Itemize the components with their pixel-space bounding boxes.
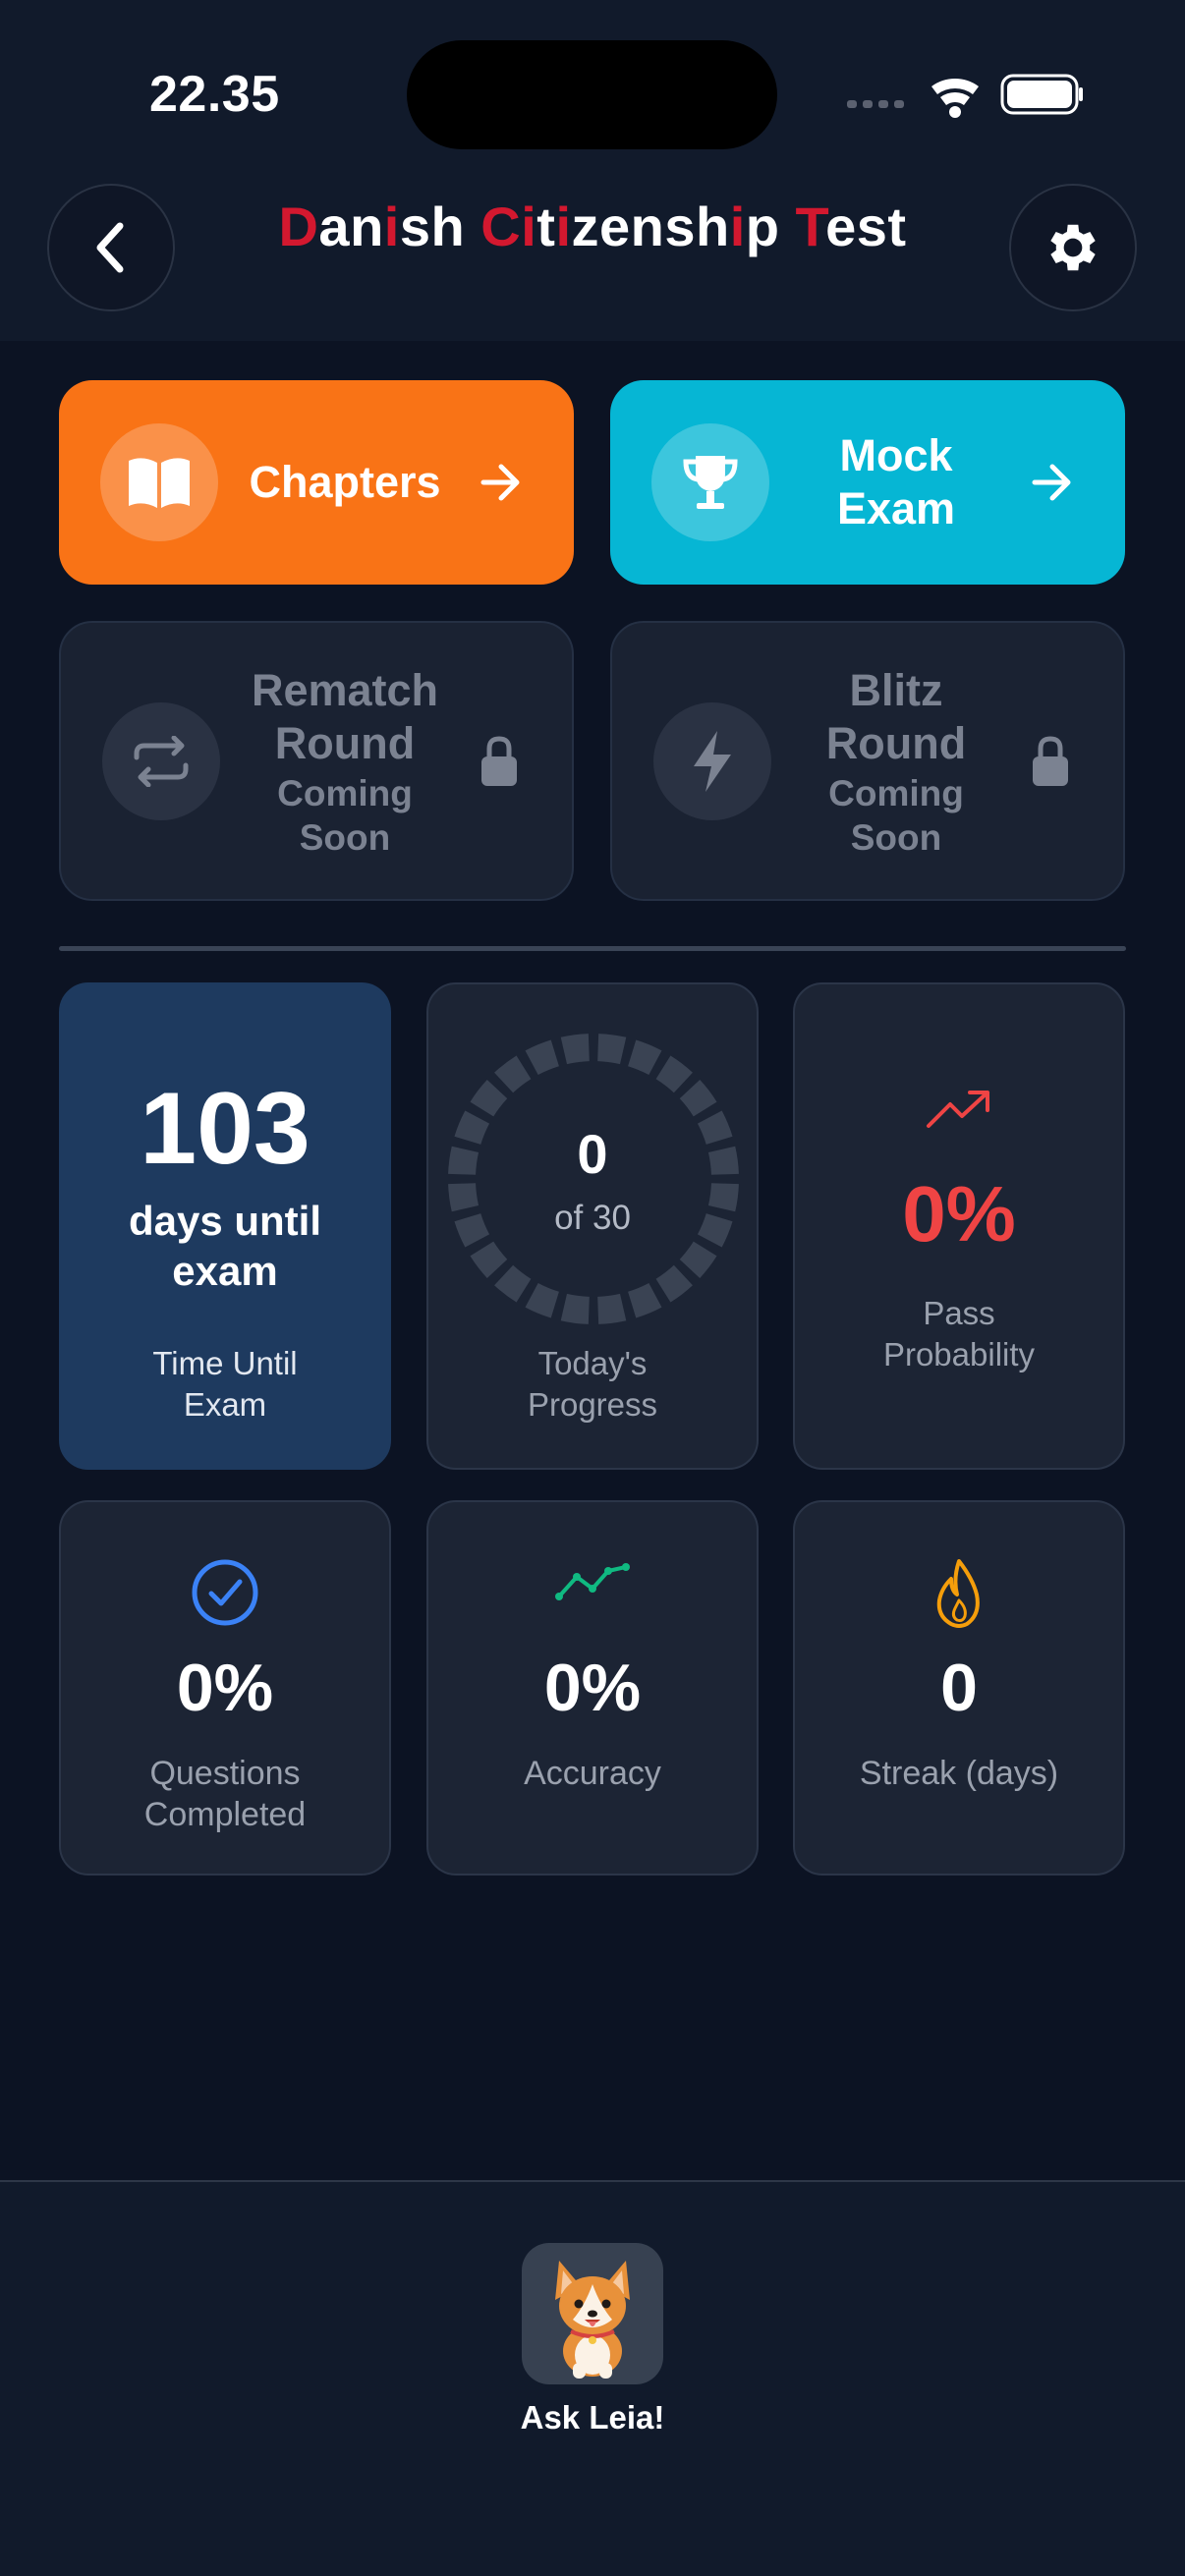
back-button[interactable] [47, 184, 175, 311]
title-segment: i [383, 196, 400, 257]
book-icon-circle [100, 423, 218, 541]
battery-icon [1000, 74, 1083, 115]
trophy-icon-circle [651, 423, 769, 541]
lock-icon [1033, 735, 1068, 786]
progress-segment [596, 1293, 627, 1324]
accuracy-caption: Accuracy [524, 1755, 661, 1792]
section-divider [59, 946, 1126, 951]
progress-segment [525, 1282, 560, 1318]
pass-probability-caption-line1: Pass [923, 1295, 995, 1331]
streak-value: 0 [940, 1651, 978, 1725]
lock-icon [481, 735, 517, 786]
streak-card: 0 Streak (days) [793, 1500, 1125, 1876]
blitz-round-button[interactable]: Blitz Round Coming Soon [610, 621, 1125, 901]
chapters-label: Chapters [249, 457, 441, 507]
status-time: 22.35 [149, 66, 280, 123]
streak-caption: Streak (days) [859, 1755, 1059, 1792]
repeat-icon [134, 735, 189, 787]
days-until-sub-line1: days until [128, 1198, 322, 1244]
progress-caption-line2: Progress [527, 1386, 658, 1423]
lightning-icon [694, 730, 731, 792]
gear-icon [1050, 224, 1096, 271]
rematch-status-line2: Soon [299, 816, 391, 858]
progress-segment [679, 1080, 717, 1117]
progress-segment [470, 1080, 508, 1117]
app-title: Danish Citizenship Test [177, 195, 1008, 258]
progress-segment [525, 1039, 560, 1076]
rematch-status-line1: Coming [277, 772, 413, 813]
accuracy-card: 0% Accuracy [426, 1500, 759, 1876]
progress-segment [679, 1241, 717, 1278]
arrow-right-icon [480, 464, 520, 501]
days-until-exam-card: 103 days until exam Time Until Exam [59, 982, 391, 1470]
settings-button[interactable] [1009, 184, 1137, 311]
title-segment: i [555, 196, 572, 257]
pass-probability-caption-line2: Probability [882, 1336, 1036, 1372]
questions-completed-card: 0% Questions Completed [59, 1500, 391, 1876]
book-icon [129, 458, 190, 508]
progress-segment [470, 1241, 508, 1278]
title-segment: i [729, 196, 746, 257]
title-segment: t [536, 196, 556, 257]
questions-completed-caption-line2: Completed [143, 1796, 307, 1833]
progress-segment [627, 1039, 662, 1076]
blitz-title-line1: Blitz [849, 664, 943, 715]
rematch-round-button[interactable]: Rematch Round Coming Soon [59, 621, 574, 901]
progress-segment [655, 1264, 693, 1303]
trending-up-icon [927, 1091, 989, 1128]
flame-icon [936, 1559, 980, 1628]
rematch-title-line2: Round [274, 717, 416, 768]
mock-exam-label-line2: Exam [836, 483, 956, 533]
progress-segment [560, 1293, 591, 1324]
progress-segment [596, 1034, 627, 1065]
mock-exam-label-line1: Mock [839, 430, 953, 480]
ask-leia-label: Ask Leia! [520, 2399, 665, 2436]
dynamic-island [407, 40, 777, 149]
days-until-value: 103 [140, 1072, 310, 1186]
wifi-icon [931, 79, 979, 118]
title-segment: zensh [571, 196, 730, 257]
ask-leia-button[interactable] [522, 2243, 663, 2384]
signal-icon [847, 100, 904, 108]
rematch-title-line1: Rematch [251, 664, 439, 715]
accuracy-value: 0% [543, 1651, 642, 1725]
days-until-sub-line2: exam [172, 1248, 278, 1294]
trophy-icon [683, 456, 738, 509]
blitz-status-line1: Coming [828, 772, 964, 813]
check-circle-icon [192, 1559, 258, 1626]
title-segment: sh [399, 196, 481, 257]
mock-exam-button[interactable]: Mock Exam [610, 380, 1125, 585]
title-segment: T [795, 196, 826, 257]
title-segment: p [745, 196, 796, 257]
title-segment: i [521, 196, 537, 257]
arrow-right-icon [1032, 464, 1071, 501]
progress-segment [655, 1055, 693, 1093]
progress-segment [494, 1264, 532, 1303]
title-segment: D [278, 196, 319, 257]
days-until-caption-line1: Time Until [152, 1345, 298, 1381]
activity-chart-icon [555, 1563, 630, 1600]
progress-goal: of 30 [554, 1199, 631, 1237]
corgi-mascot-icon [555, 2261, 630, 2379]
pass-probability-value: 0% [902, 1170, 1016, 1258]
progress-segment [627, 1282, 662, 1318]
title-segment: est [825, 196, 907, 257]
title-segment: C [480, 196, 522, 257]
questions-completed-value: 0% [176, 1651, 274, 1725]
chevron-left-icon [96, 222, 124, 273]
progress-segment [560, 1034, 591, 1065]
progress-segment [494, 1055, 532, 1093]
status-icons [847, 71, 1083, 120]
blitz-title-line2: Round [825, 717, 967, 768]
title-segment: an [318, 196, 384, 257]
chapters-button[interactable]: Chapters [59, 380, 574, 585]
todays-progress-card: 0 of 30 Today's Progress [426, 982, 759, 1470]
progress-value: 0 [577, 1123, 608, 1185]
days-until-caption-line2: Exam [183, 1386, 267, 1423]
progress-caption-line1: Today's [537, 1345, 648, 1381]
pass-probability-card: 0% Pass Probability [793, 982, 1125, 1470]
blitz-status-line2: Soon [850, 816, 942, 858]
questions-completed-caption-line1: Questions [149, 1755, 301, 1792]
